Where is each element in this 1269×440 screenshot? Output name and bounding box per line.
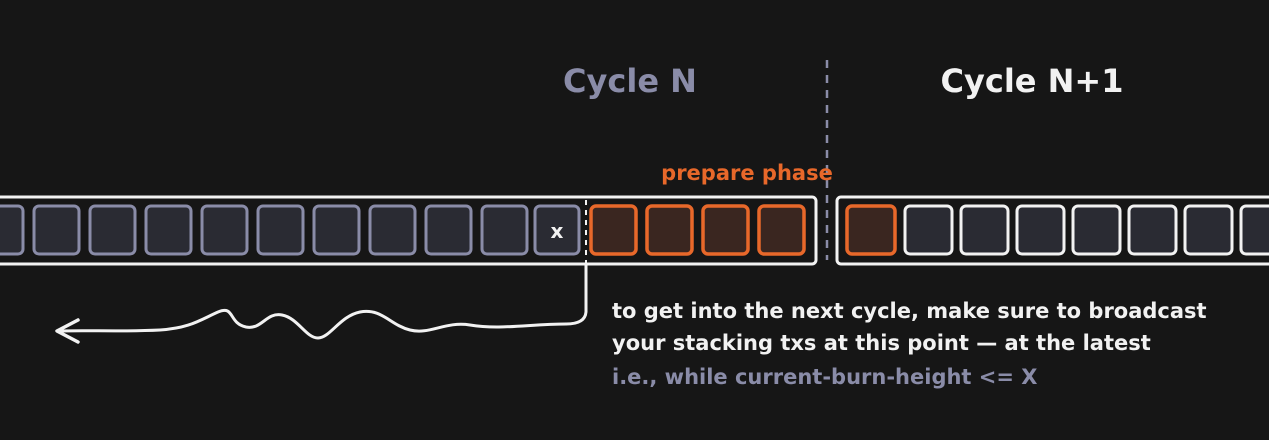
cycle-n-track: x [0,195,818,266]
block [424,204,473,256]
block [88,204,137,256]
block [312,204,361,256]
reward-phase-blocks: x [0,204,581,256]
prepare-block [645,204,694,256]
cutoff-x-mark: x [551,219,564,243]
block [1071,204,1122,256]
cycle-n1-title: Cycle N+1 [941,62,1124,100]
cycle-n1-track [835,195,1269,266]
prepare-phase-label: prepare phase [661,161,833,185]
prepare-phase-blocks [589,204,806,256]
prepare-block [845,204,897,256]
block [959,204,1010,256]
block [903,204,954,256]
squiggly-arrow-line [58,262,588,340]
note-line-1: to get into the next cycle, make sure to… [612,299,1207,323]
block [1015,204,1066,256]
prepare-block [589,204,638,256]
cycle-n-title: Cycle N [563,62,697,100]
block [256,204,305,256]
note-line-3: i.e., while current-burn-height <= X [612,365,1037,389]
block [1183,204,1234,256]
block [1127,204,1178,256]
stacking-cycle-diagram: Cycle N Cycle N+1 prepare phase x to get… [0,60,1269,389]
block [480,204,529,256]
block [368,204,417,256]
block [0,204,25,256]
block [1239,204,1269,256]
note-line-2: your stacking txs at this point — at the… [612,331,1151,355]
block [144,204,193,256]
block [200,204,249,256]
prepare-block [701,204,750,256]
block [32,204,81,256]
prepare-block [757,204,806,256]
